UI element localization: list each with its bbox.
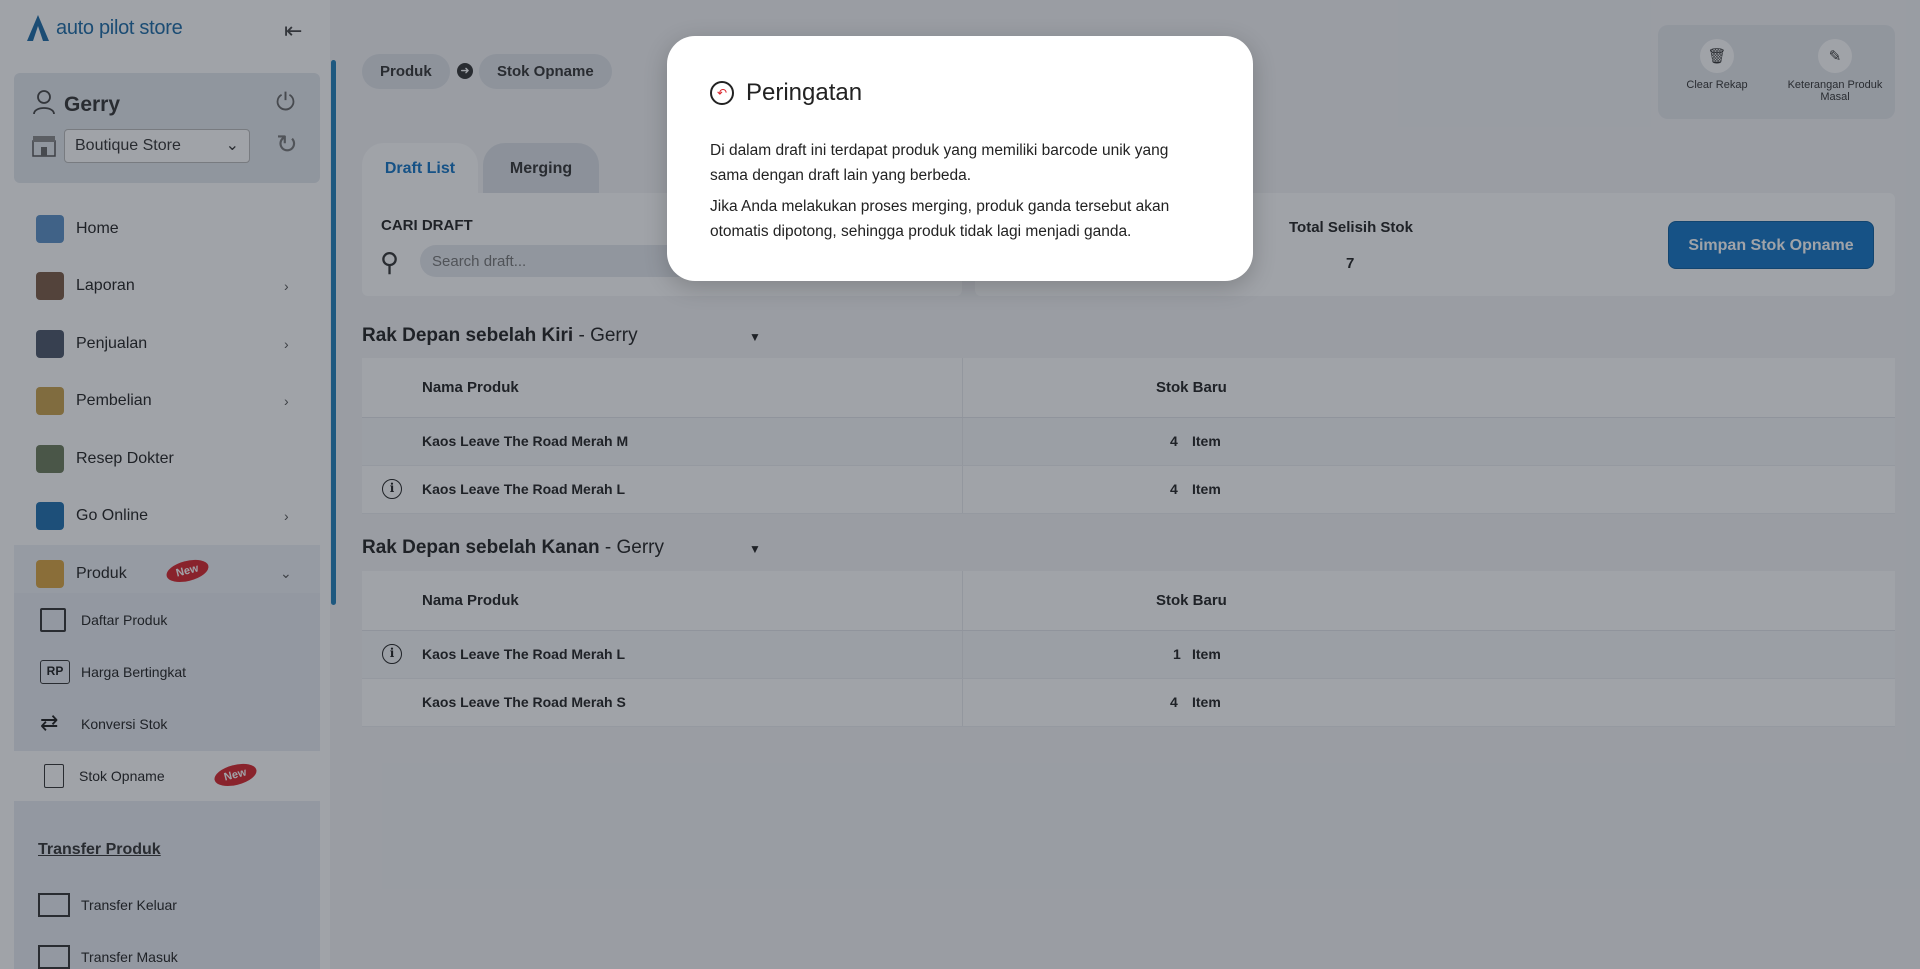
dialog-paragraph: Jika Anda melakukan proses merging, prod… [710, 198, 1170, 240]
dialog-title: Peringatan [746, 79, 863, 106]
dialog-paragraph: Di dalam draft ini terdapat produk yang … [710, 142, 1169, 184]
warning-dialog: ↶ Peringatan Di dalam draft ini terdapat… [667, 36, 1253, 281]
warning-icon: ↶ [710, 81, 734, 105]
dialog-body: Di dalam draft ini terdapat produk yang … [710, 138, 1210, 250]
